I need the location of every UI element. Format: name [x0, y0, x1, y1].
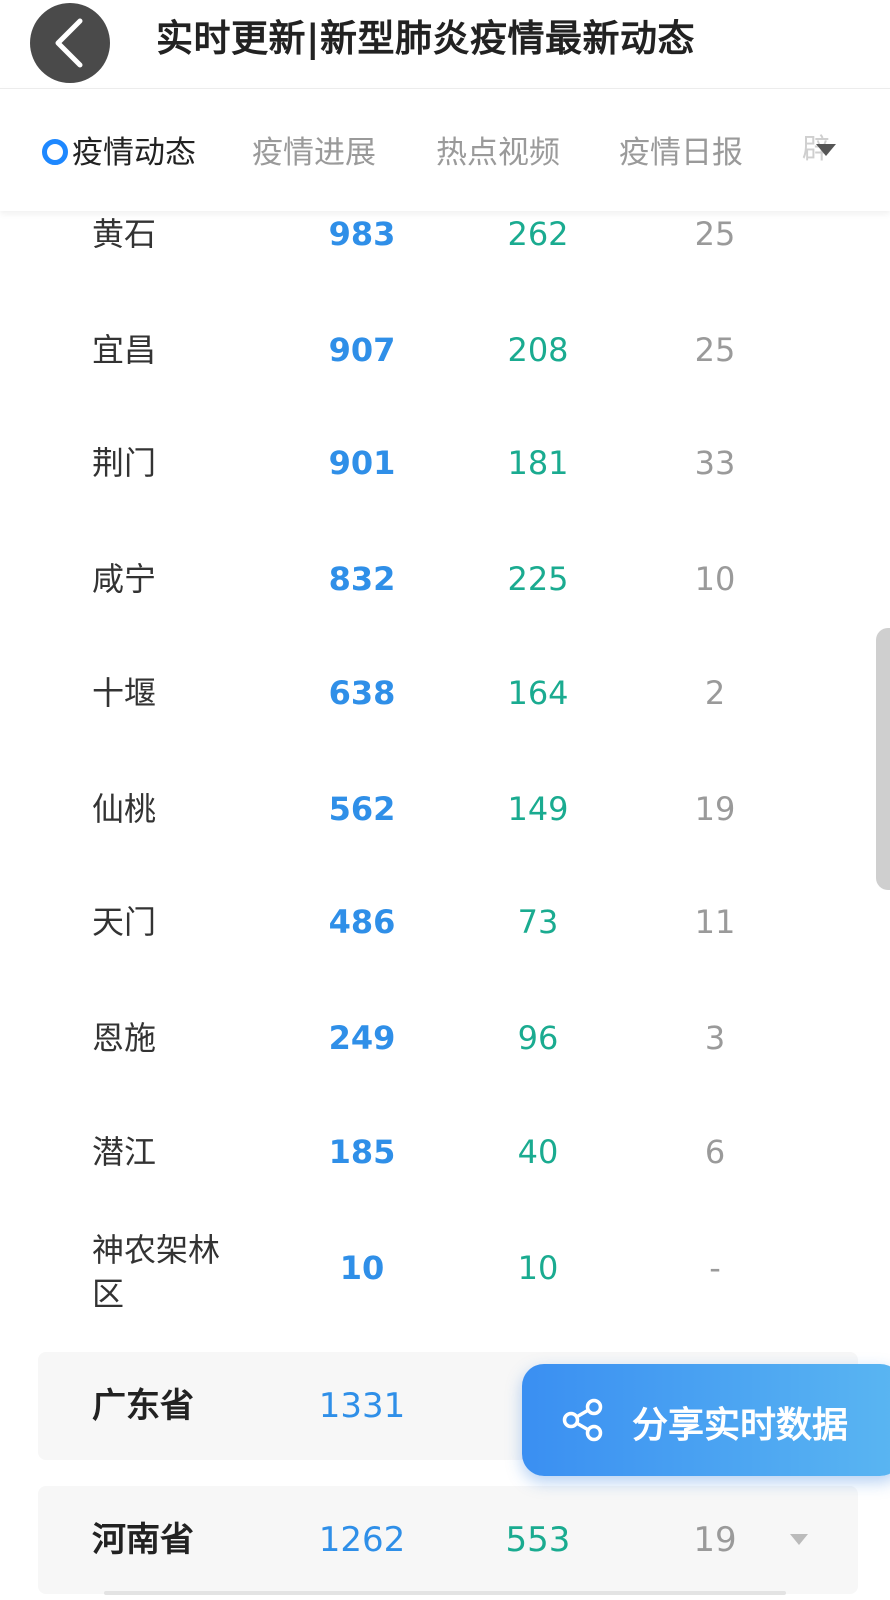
city-name: 宜昌	[92, 331, 157, 369]
death-count: 11	[694, 903, 736, 941]
confirmed-count: 983	[328, 215, 396, 253]
city-name: 恩施	[92, 1019, 157, 1057]
city-name: 潜江	[92, 1133, 157, 1171]
confirmed-count: 1331	[318, 1386, 406, 1426]
share-icon	[562, 1398, 603, 1442]
tab-daily-report[interactable]: 疫情日报	[619, 127, 743, 172]
active-dot-icon	[42, 138, 68, 165]
death-count: 19	[693, 1520, 737, 1560]
chevron-left-icon	[55, 18, 83, 68]
city-name: 荆门	[92, 444, 157, 482]
death-count: 6	[704, 1133, 726, 1171]
table-row[interactable]: 十堰 638 164 2	[0, 663, 870, 723]
bottom-divider	[104, 1591, 786, 1595]
table-row[interactable]: 咸宁 832 225 10	[0, 549, 870, 609]
tab-epidemic-progress[interactable]: 疫情进展	[252, 127, 376, 172]
table-row[interactable]: 潜江 185 40 6	[0, 1122, 870, 1182]
cured-count: 553	[505, 1520, 571, 1560]
table-row[interactable]: 天门 486 73 11	[0, 892, 870, 952]
page-title: 实时更新|新型肺炎疫情最新动态	[156, 17, 696, 60]
table-row[interactable]: 恩施 249 96 3	[0, 1008, 870, 1068]
death-count: 2	[704, 674, 726, 712]
province-name: 广东省	[92, 1386, 194, 1426]
share-realtime-data-button[interactable]: 分享实时数据	[522, 1364, 890, 1476]
table-row[interactable]: 神农架林区 10 10 -	[0, 1231, 870, 1313]
cured-count: 225	[507, 560, 569, 598]
scroll-handle[interactable]	[876, 628, 890, 890]
confirmed-count: 10	[339, 1249, 385, 1287]
tab-label: 疫情动态	[72, 135, 196, 171]
tab-epidemic-news[interactable]: 疫情动态	[42, 127, 196, 172]
cured-count: 10	[517, 1249, 559, 1287]
confirmed-count: 832	[328, 560, 396, 598]
confirmed-count: 562	[328, 790, 396, 828]
city-name: 天门	[92, 903, 157, 941]
confirmed-count: 249	[328, 1019, 396, 1057]
death-count: 19	[694, 790, 736, 828]
death-count: 33	[694, 444, 736, 482]
confirmed-count: 1262	[318, 1520, 406, 1560]
province-name: 河南省	[92, 1520, 194, 1560]
tab-bar: 疫情动态 疫情进展 热点视频 疫情日报 辟	[0, 88, 890, 211]
city-name: 黄石	[92, 215, 157, 253]
confirmed-count: 638	[328, 674, 396, 712]
expand-chevron-icon[interactable]	[790, 1534, 808, 1545]
confirmed-count: 901	[328, 444, 396, 482]
cured-count: 208	[507, 331, 569, 369]
death-count: 3	[704, 1019, 726, 1057]
city-name: 咸宁	[92, 560, 157, 598]
cured-count: 40	[517, 1133, 559, 1171]
table-row[interactable]: 宜昌 907 208 25	[0, 320, 870, 380]
cured-count: 164	[507, 674, 569, 712]
province-row-henan[interactable]: 河南省 1262 553 19	[38, 1486, 858, 1594]
confirmed-count: 907	[328, 331, 396, 369]
confirmed-count: 486	[328, 903, 396, 941]
cured-count: 73	[517, 903, 559, 941]
header: 实时更新|新型肺炎疫情最新动态	[0, 0, 890, 90]
tabs-dropdown-icon[interactable]	[816, 144, 836, 156]
death-count: -	[709, 1249, 721, 1287]
table-row[interactable]: 仙桃 562 149 19	[0, 779, 870, 839]
city-name: 十堰	[92, 674, 157, 712]
cured-count: 149	[507, 790, 569, 828]
death-count: 10	[694, 560, 736, 598]
cured-count: 262	[507, 215, 569, 253]
table-row[interactable]: 黄石 983 262 25	[0, 204, 870, 264]
share-label: 分享实时数据	[632, 1405, 849, 1446]
table-row[interactable]: 荆门 901 181 33	[0, 433, 870, 493]
tab-hot-videos[interactable]: 热点视频	[436, 127, 560, 172]
back-button[interactable]	[30, 3, 110, 83]
city-name: 仙桃	[92, 790, 157, 828]
confirmed-count: 185	[328, 1133, 396, 1171]
death-count: 25	[694, 331, 736, 369]
cured-count: 96	[517, 1019, 559, 1057]
death-count: 25	[694, 215, 736, 253]
cured-count: 181	[507, 444, 569, 482]
city-name: 神农架林区	[92, 1231, 221, 1313]
